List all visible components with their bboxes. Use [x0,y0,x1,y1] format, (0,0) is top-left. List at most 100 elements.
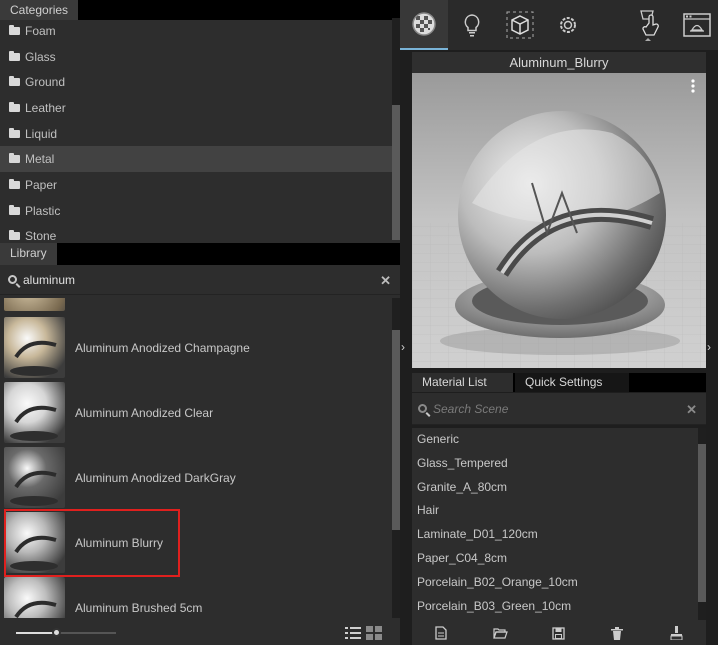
category-label: Plastic [25,203,61,218]
material-thumbnail [4,447,65,508]
slider-handle[interactable] [52,628,61,637]
folder-icon [9,127,20,138]
category-scrollbar[interactable] [392,18,400,240]
material-thumbnail [4,298,65,311]
material-name: Aluminum Blurry [75,535,164,550]
material-list-item[interactable]: Generic [412,428,706,452]
close-icon[interactable]: ✕ [380,273,391,289]
category-label: Glass [25,49,56,64]
material-ball-icon[interactable] [400,0,448,50]
category-item[interactable]: Ground [0,69,392,95]
categories-header: Categories [0,0,400,20]
folder-icon [9,50,20,61]
brush-icon[interactable] [668,625,684,641]
grid-view-icon[interactable] [366,626,382,643]
category-item[interactable]: Foam [0,18,392,44]
trash-icon[interactable] [609,625,625,641]
category-label: Liquid [25,126,58,141]
scene-material-list: Generic Glass_Tempered Granite_A_80cm Hair L… [412,428,706,620]
save-icon[interactable] [550,625,566,641]
library-list: Aluminum Anodized Champagne Aluminum Anod… [0,298,392,618]
material-list-item[interactable]: Porcelain_B03_Green_10cm [412,595,706,619]
library-scrollbar[interactable] [392,298,400,618]
gear-icon[interactable] [544,0,592,50]
category-item[interactable]: Liquid [0,121,392,147]
library-bottom-bar [0,620,400,645]
material-thumbnail [4,382,65,443]
touch-render-icon[interactable] [622,0,674,50]
category-label: Leather [25,100,66,115]
library-scrollbar-thumb[interactable] [392,330,400,530]
tab-library[interactable]: Library [0,243,57,265]
list-item[interactable]: Aluminum Anodized Clear [0,380,392,445]
tab-categories[interactable]: Categories [0,0,79,20]
library-header: Library [0,243,400,265]
category-label: Paper [25,177,58,192]
material-list-item[interactable]: Laminate_D01_120cm [412,523,706,547]
category-item[interactable]: Leather [0,95,392,121]
material-name: Aluminum Anodized Champagne [75,340,250,355]
material-list-item[interactable]: Porcelain_B02_Orange_10cm [412,571,706,595]
folder-icon [9,230,20,240]
material-thumbnail [4,317,65,378]
category-item[interactable]: Paper [0,172,392,198]
list-view-icon[interactable] [345,627,361,642]
material-list-tabs: Material List Quick Settings [412,373,706,392]
close-icon[interactable]: ✕ [686,402,697,418]
category-label: Ground [25,75,66,90]
category-label: Metal [25,152,55,167]
material-name: Aluminum Anodized DarkGray [75,470,236,485]
render-window-icon[interactable] [676,0,718,50]
folder-icon [9,24,20,35]
scene-search[interactable]: Search Scene ✕ [412,393,706,425]
material-preview: Aluminum_Blurry [412,52,706,368]
folder-icon [9,76,20,87]
preview-image [412,73,706,368]
tab-material-list[interactable]: Material List [412,373,513,392]
toolbar [400,0,718,50]
material-list-item[interactable]: Glass_Tempered [412,452,706,476]
list-item[interactable]: Aluminum Anodized DarkGray [0,445,392,510]
material-name: Aluminum Anodized Clear [75,405,214,420]
list-item[interactable]: Aluminum Blurry [0,510,392,575]
material-thumbnail [4,577,65,618]
library-search-input[interactable]: aluminum [23,273,75,287]
cube-icon[interactable] [496,0,544,50]
collapse-right-arrow[interactable]: › [707,340,711,354]
folder-icon [9,101,20,112]
category-label: Stone [25,229,57,240]
category-item[interactable]: Glass [0,44,392,70]
material-list-actions [412,620,706,645]
list-item[interactable]: Aluminum Anodized Champagne [0,315,392,380]
list-item[interactable]: Aluminum Brushed 5cm [0,575,392,618]
folder-icon [9,204,20,215]
material-list-item[interactable]: Hair [412,499,706,523]
category-item[interactable]: Stone [0,224,392,240]
lightbulb-icon[interactable] [448,0,496,50]
list-item[interactable] [0,298,392,313]
material-list-item[interactable]: Granite_A_80cm [412,476,706,500]
material-list-scrollbar[interactable] [698,428,706,620]
folder-icon [9,153,20,164]
new-file-icon[interactable] [433,625,449,641]
scene-search-input[interactable]: Search Scene [433,402,508,416]
search-icon [8,275,17,284]
category-item[interactable]: Metal [0,146,392,173]
tab-quick-settings[interactable]: Quick Settings [515,373,629,392]
material-name: Aluminum Brushed 5cm [75,600,203,615]
folder-icon [9,178,20,189]
open-folder-icon[interactable] [492,625,508,641]
category-scrollbar-thumb[interactable] [392,105,400,240]
collapse-left-arrow[interactable]: › [401,340,405,354]
right-panel: Aluminum_Blurry › › Material List Quick … [400,0,718,645]
more-vert-icon[interactable] [691,79,695,96]
left-panel: Categories Foam Glass Ground Leather Liquid M… [0,0,400,645]
category-item[interactable]: Plastic [0,198,392,224]
category-list: Foam Glass Ground Leather Liquid Metal Paper Pl… [0,18,392,240]
slider-fill [16,632,56,634]
preview-title: Aluminum_Blurry [412,52,706,73]
material-list-scrollbar-thumb[interactable] [698,444,706,602]
material-list-item[interactable]: Paper_C04_8cm [412,547,706,571]
library-search[interactable]: aluminum ✕ [0,265,400,295]
thumbnail-size-slider[interactable] [16,628,116,637]
